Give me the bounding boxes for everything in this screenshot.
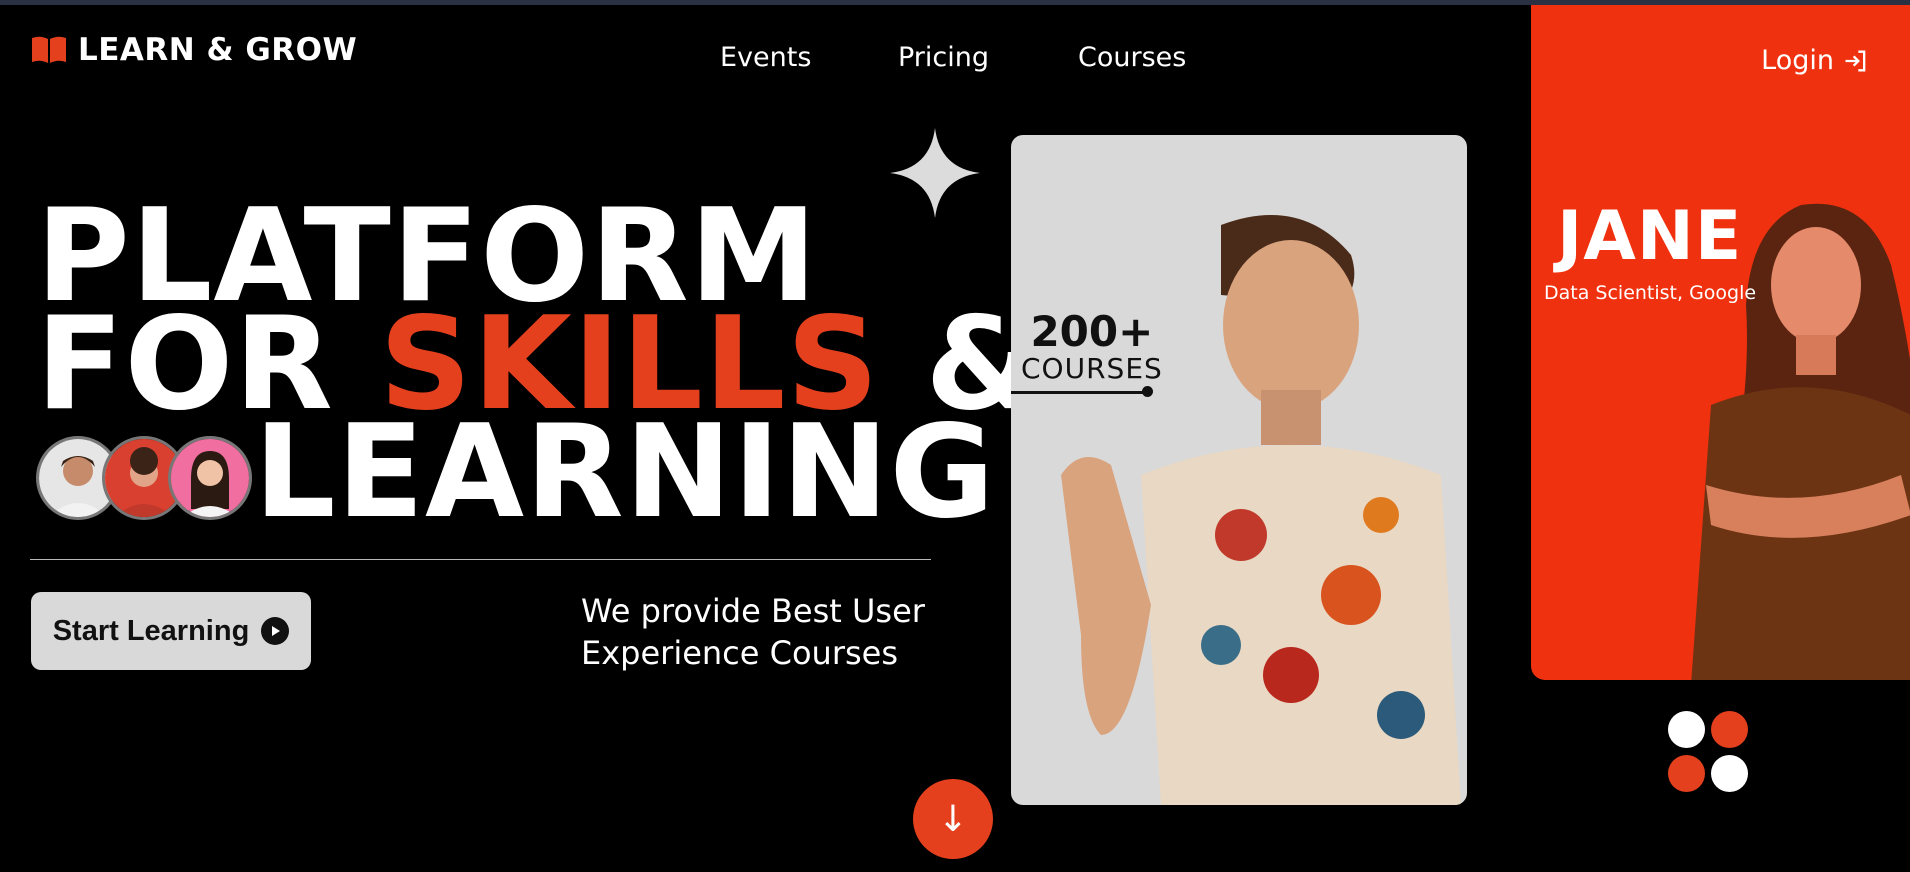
course-count: 200+ COURSES <box>1021 310 1163 384</box>
nav-item-events[interactable]: Events <box>720 42 811 73</box>
play-circle-icon <box>261 617 290 645</box>
avatar <box>168 436 252 520</box>
hero-photo-card <box>1011 135 1467 805</box>
hero-divider <box>30 559 931 560</box>
pointer-line <box>1011 391 1148 394</box>
login-arrow-icon <box>1845 50 1866 71</box>
hero-tagline: We provide Best User Experience Courses <box>581 592 925 672</box>
profile-role: Data Scientist, Google <box>1544 282 1757 304</box>
learner-avatars <box>36 436 252 520</box>
nav-item-pricing[interactable]: Pricing <box>898 42 989 73</box>
start-learning-button[interactable]: Start Learning <box>31 592 311 670</box>
dots-decoration <box>1668 711 1750 793</box>
profile-name: JANE <box>1557 197 1743 276</box>
login-button[interactable]: Login <box>1761 45 1870 76</box>
pointer-dot <box>1142 386 1153 397</box>
scroll-down-button[interactable]: ↓ <box>913 779 993 859</box>
dot <box>1711 755 1748 792</box>
dot <box>1711 711 1748 748</box>
headline-learning: LEARNING <box>254 398 996 547</box>
course-count-label: COURSES <box>1021 352 1163 385</box>
start-learning-label: Start Learning <box>52 614 250 647</box>
login-label: Login <box>1761 45 1834 76</box>
featured-profile-panel: Login JANE Data Scientist, Google <box>1531 5 1910 680</box>
course-count-number: 200+ <box>1030 307 1154 356</box>
hero-photo <box>1061 215 1461 805</box>
hero-headline: PLATFORM FOR SKILLS & LEARNING <box>36 193 1038 547</box>
dot <box>1668 755 1705 792</box>
dot <box>1668 711 1705 748</box>
headline-line-3: LEARNING <box>36 398 1038 547</box>
arrow-down-icon: ↓ <box>937 798 969 840</box>
nav-item-courses[interactable]: Courses <box>1078 42 1186 73</box>
